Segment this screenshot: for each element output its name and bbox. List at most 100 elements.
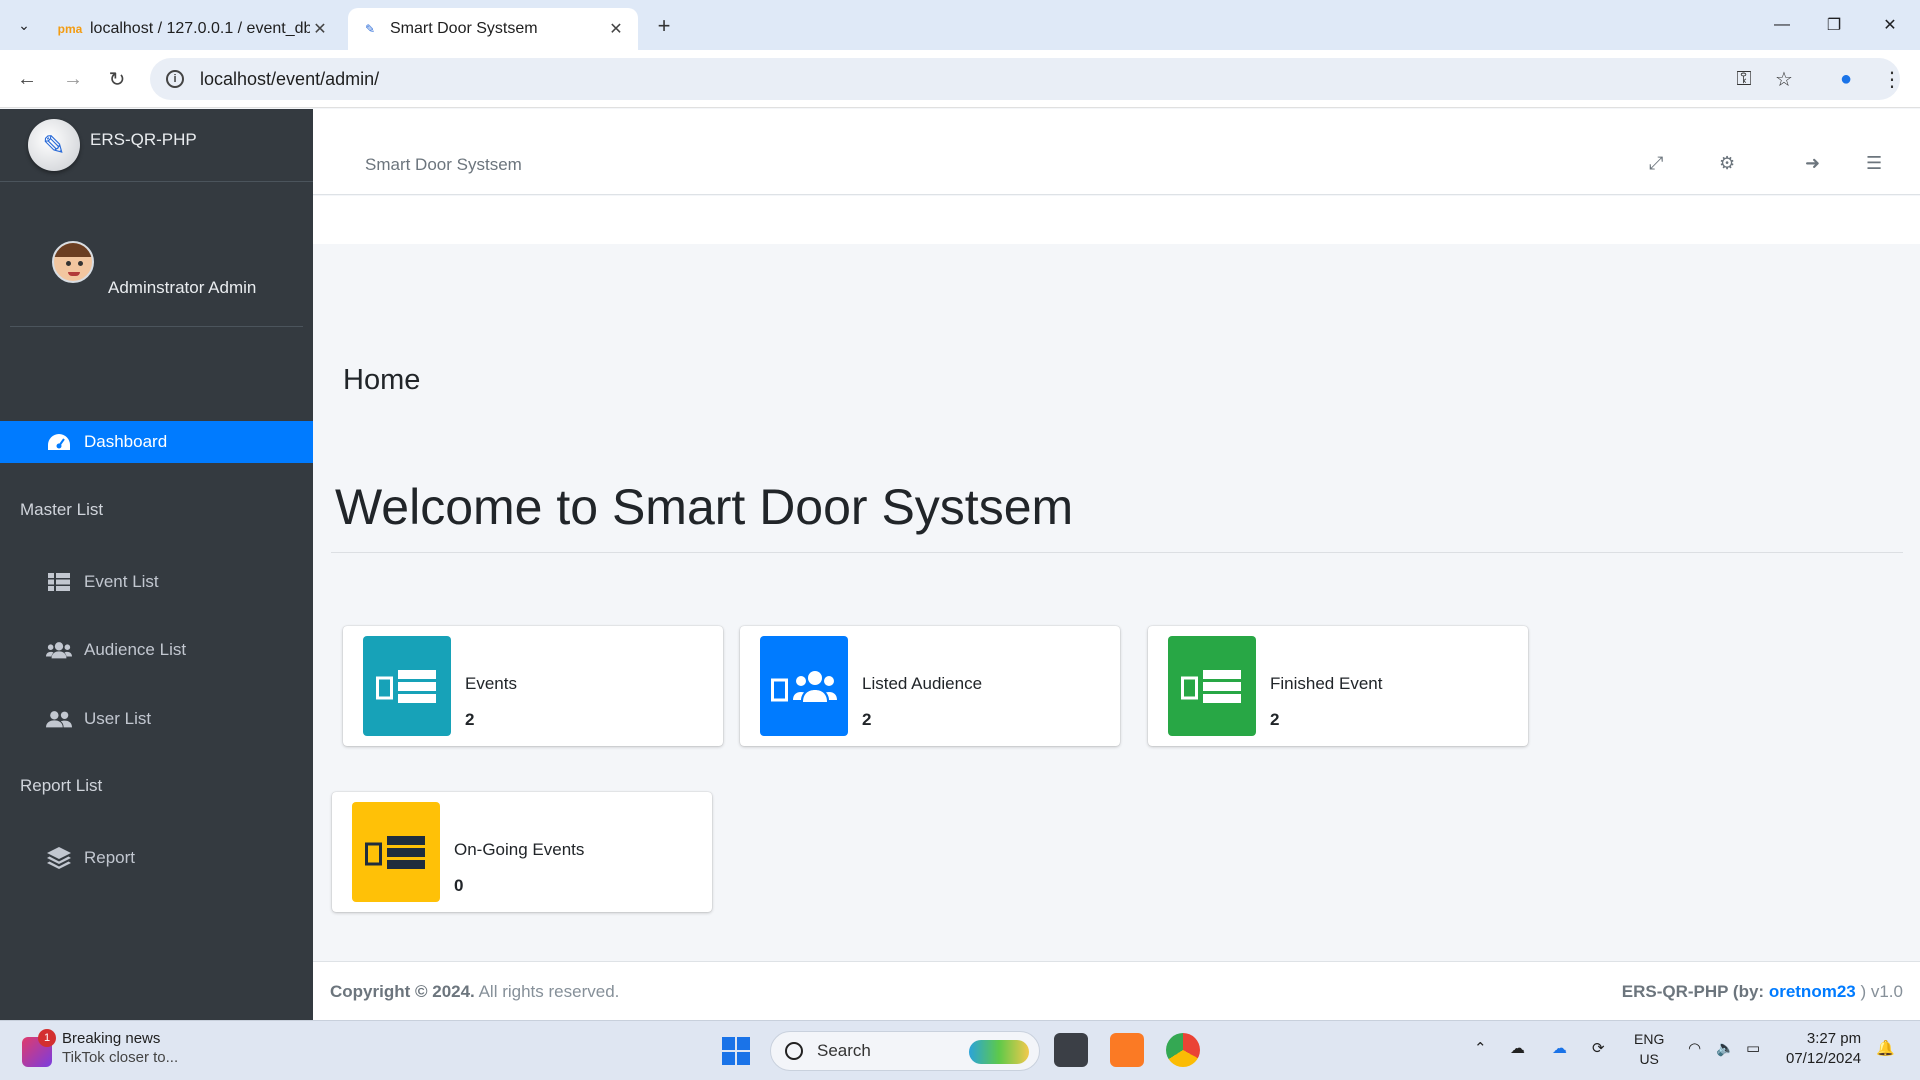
minimize-button[interactable]: — — [1762, 10, 1802, 40]
nav-header-report: Report List — [20, 776, 103, 795]
taskbar-search[interactable]: Search — [770, 1031, 1040, 1071]
sidebar-item-label: Event List — [84, 572, 159, 591]
system-title: Smart Door Systsem — [365, 155, 522, 174]
table-list-icon — [352, 802, 440, 902]
sidebar-item-dashboard[interactable]: Dashboard — [0, 421, 313, 463]
new-tab-button[interactable]: + — [650, 12, 678, 40]
battery-icon[interactable]: ▭ — [1746, 1039, 1760, 1057]
info-box-finished-event[interactable]: Finished Event 2 — [1148, 626, 1528, 746]
sidebar-item-label: Audience List — [84, 640, 187, 659]
copyright-text: Copyright © 2024. — [330, 982, 475, 1001]
sidebar-toggle-icon[interactable]: ☰ — [1866, 153, 1882, 174]
brand-logo-icon: ✎ — [28, 119, 80, 171]
chevron-up-icon[interactable]: ⌃ — [1474, 1039, 1487, 1057]
reload-button[interactable]: ↻ — [102, 64, 132, 94]
sign-out-icon[interactable]: ➜ — [1805, 153, 1820, 174]
news-title: Breaking news — [62, 1030, 161, 1047]
address-bar[interactable]: i localhost/event/admin/ — [150, 58, 1900, 100]
info-box-label: Finished Event — [1270, 674, 1383, 693]
header-spacer — [313, 196, 1920, 244]
users-icon — [46, 639, 72, 661]
close-icon[interactable]: ✕ — [310, 19, 330, 39]
clock[interactable]: 3:27 pm 07/12/2024 — [1786, 1029, 1861, 1069]
language-indicator[interactable]: ENG US — [1634, 1029, 1664, 1069]
tachometer-icon — [46, 431, 72, 453]
windows-taskbar: 1 Breaking news TikTok closer to... Sear… — [0, 1020, 1920, 1080]
version-text: ) v1.0 — [1860, 982, 1903, 1001]
info-box-events[interactable]: Events 2 — [343, 626, 723, 746]
tab-smart-door[interactable]: ✎ Smart Door Systsem ✕ — [348, 8, 638, 50]
divider — [331, 552, 1903, 553]
gear-icon[interactable]: ⚙ — [1719, 153, 1735, 174]
volume-icon[interactable]: 🔈 — [1716, 1039, 1735, 1057]
news-badge: 1 — [38, 1029, 56, 1047]
sidebar-item-user-list[interactable]: User List — [0, 698, 313, 740]
welcome-heading: Welcome to Smart Door Systsem — [335, 479, 1074, 535]
news-subtitle: TikTok closer to... — [62, 1049, 179, 1066]
layer-group-icon — [46, 847, 72, 869]
app-name: ERS-QR-PHP (by: — [1621, 982, 1765, 1001]
news-icon: 1 — [22, 1029, 56, 1067]
user-avatar — [52, 241, 94, 283]
sidebar-item-label: User List — [84, 709, 152, 728]
user-panel-divider — [10, 326, 303, 327]
menu-kebab-icon[interactable]: ⋮ — [1874, 58, 1910, 100]
onedrive-icon[interactable]: ☁ — [1552, 1039, 1567, 1057]
browser-tab-strip: ⌄ pma localhost / 127.0.0.1 / event_db ✕… — [0, 0, 1920, 50]
table-list-icon — [1168, 636, 1256, 736]
tab-search-dropdown[interactable]: ⌄ — [8, 10, 40, 40]
info-box-ongoing-events[interactable]: On-Going Events 0 — [332, 792, 712, 912]
info-box-listed-audience[interactable]: Listed Audience 2 — [740, 626, 1120, 746]
search-label: Search — [817, 1041, 871, 1060]
user-name[interactable]: Adminstrator Admin — [108, 278, 256, 298]
tab-phpmyadmin[interactable]: pma localhost / 127.0.0.1 / event_db ✕ — [48, 8, 342, 50]
close-icon[interactable]: ✕ — [606, 19, 626, 39]
close-window-button[interactable]: ✕ — [1870, 10, 1910, 40]
sidebar-item-event-list[interactable]: Event List — [0, 561, 313, 603]
copyright: Copyright © 2024. All rights reserved. — [330, 982, 619, 1002]
bookmark-star-icon[interactable]: ☆ — [1766, 58, 1802, 100]
browser-toolbar: ← → ↻ i localhost/event/admin/ ⚿ ☆ ● ⋮ — [0, 50, 1920, 108]
main-navbar: Smart Door Systsem ⤢ ⚙ ➜ ☰ — [313, 109, 1920, 195]
restore-button[interactable]: ❐ — [1814, 10, 1854, 40]
info-box-label: Events — [465, 674, 517, 693]
notification-bell-icon[interactable]: 🔔 — [1876, 1039, 1895, 1057]
profile-icon[interactable]: ● — [1828, 58, 1864, 100]
sidebar-item-report[interactable]: Report — [0, 837, 313, 879]
app-credit: ERS-QR-PHP (by: oretnom23 ) v1.0 — [1622, 982, 1903, 1002]
fullscreen-icon[interactable]: ⤢ — [1649, 153, 1663, 174]
brand-link[interactable]: ✎ ERS-QR-PHP — [0, 109, 313, 182]
sidebar-item-label: Dashboard — [84, 432, 168, 451]
site-info-icon[interactable]: i — [166, 70, 184, 88]
table-list-icon — [46, 571, 72, 593]
phpmyadmin-icon: pma — [57, 22, 83, 36]
url-text: localhost/event/admin/ — [200, 68, 380, 89]
news-widget[interactable]: 1 Breaking news TikTok closer to... — [22, 1029, 178, 1067]
back-button[interactable]: ← — [12, 64, 42, 94]
lang-primary: ENG — [1634, 1031, 1665, 1047]
users-icon — [760, 636, 848, 736]
info-box-value: 2 — [862, 710, 872, 729]
nav-header-master: Master List — [20, 500, 104, 519]
author-link[interactable]: oretnom23 — [1769, 982, 1856, 1001]
sidebar-item-label: Report — [84, 848, 136, 867]
lang-secondary: US — [1639, 1051, 1659, 1067]
user-friends-icon — [46, 708, 72, 730]
sidebar-item-audience-list[interactable]: Audience List — [0, 629, 313, 671]
xampp-icon[interactable] — [1110, 1033, 1144, 1067]
wifi-icon[interactable]: ◠ — [1688, 1039, 1701, 1057]
time: 3:27 pm — [1806, 1030, 1862, 1047]
cloud-off-icon[interactable]: ☁ — [1510, 1039, 1525, 1057]
main-footer: Copyright © 2024. All rights reserved. E… — [313, 961, 1920, 1021]
windows-start-icon[interactable] — [722, 1037, 750, 1065]
chrome-icon[interactable] — [1166, 1033, 1200, 1067]
pen-logo-icon: ✎ — [364, 22, 376, 36]
task-view-icon[interactable] — [1054, 1033, 1088, 1067]
brand-name: ERS-QR-PHP — [90, 130, 197, 149]
table-list-icon — [363, 636, 451, 736]
info-box-value: 2 — [1270, 710, 1280, 729]
sync-icon[interactable]: ⟳ — [1592, 1039, 1605, 1057]
password-key-icon[interactable]: ⚿ — [1726, 58, 1762, 100]
info-box-value: 2 — [465, 710, 475, 729]
forward-button[interactable]: → — [58, 64, 88, 94]
